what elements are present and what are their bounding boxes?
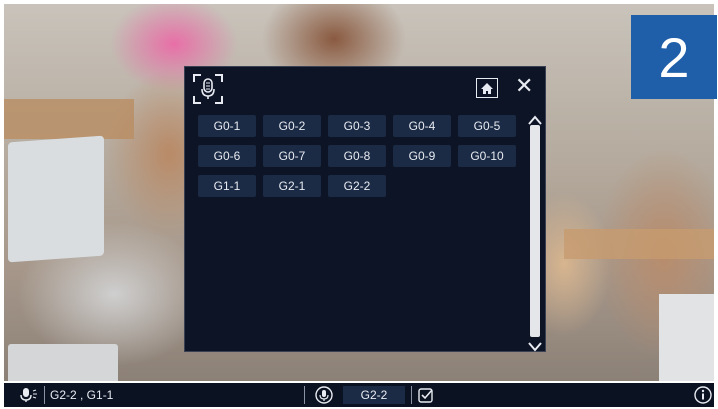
divider bbox=[411, 386, 412, 404]
display-number-badge: 2 bbox=[631, 15, 717, 99]
group-button-g0-10[interactable]: G0-10 bbox=[458, 145, 516, 167]
group-button-g0-6[interactable]: G0-6 bbox=[198, 145, 256, 167]
group-button-g1-1[interactable]: G1-1 bbox=[198, 175, 256, 197]
home-icon bbox=[481, 82, 493, 94]
group-button-g0-9[interactable]: G0-9 bbox=[393, 145, 451, 167]
group-selection-panel: ✕ G0-1 G0-2 G0-3 G0-4 G0-5 G0-6 G0-7 G0-… bbox=[184, 66, 546, 352]
group-button-g0-1[interactable]: G0-1 bbox=[198, 115, 256, 137]
group-button-g0-5[interactable]: G0-5 bbox=[458, 115, 516, 137]
bottom-status-bar: G2-2 , G1-1 G2-2 bbox=[4, 383, 714, 407]
background-laptop bbox=[8, 344, 118, 381]
group-button-g0-3[interactable]: G0-3 bbox=[328, 115, 386, 137]
group-button-g0-2[interactable]: G0-2 bbox=[263, 115, 321, 137]
scroll-up-button[interactable] bbox=[527, 111, 543, 125]
scroll-down-button[interactable] bbox=[527, 338, 543, 352]
background-desk bbox=[4, 99, 134, 139]
info-icon[interactable] bbox=[694, 386, 712, 404]
home-button[interactable] bbox=[476, 78, 498, 98]
group-button-g0-7[interactable]: G0-7 bbox=[263, 145, 321, 167]
microphone-speaking-icon[interactable] bbox=[19, 387, 39, 403]
active-groups-label: G2-2 , G1-1 bbox=[50, 388, 114, 402]
group-button-g0-8[interactable]: G0-8 bbox=[328, 145, 386, 167]
microphone-icon bbox=[193, 74, 223, 104]
microphone-circle-icon[interactable] bbox=[315, 386, 333, 404]
current-group-display: G2-2 bbox=[343, 386, 405, 404]
checkbox-icon[interactable] bbox=[418, 387, 434, 403]
background-laptop bbox=[659, 294, 714, 381]
scrollbar-track[interactable] bbox=[530, 125, 540, 337]
divider bbox=[304, 386, 305, 404]
group-button-g0-4[interactable]: G0-4 bbox=[393, 115, 451, 137]
close-icon: ✕ bbox=[515, 74, 534, 99]
chevron-down-icon bbox=[528, 342, 542, 352]
divider bbox=[44, 386, 45, 404]
group-button-g2-1[interactable]: G2-1 bbox=[263, 175, 321, 197]
close-button[interactable]: ✕ bbox=[515, 76, 533, 98]
group-button-g2-2[interactable]: G2-2 bbox=[328, 175, 386, 197]
background-laptop bbox=[8, 135, 104, 263]
background-desk bbox=[564, 229, 714, 259]
